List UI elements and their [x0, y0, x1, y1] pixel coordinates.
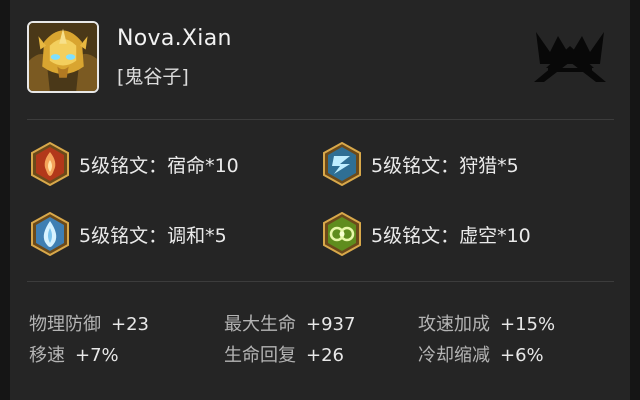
- rune-summary-panel: Nova.Xian [鬼谷子] 5级铭文：宿命*10 5级铭文：狩猎*5 5级铭…: [10, 0, 630, 400]
- stat-attack-speed: 攻速加成 +15%: [418, 310, 555, 336]
- crown-rank-emblem-icon: [534, 32, 606, 82]
- stat-value: +937: [306, 314, 356, 335]
- rune-label: 5级铭文：虚空*10: [371, 224, 531, 247]
- stat-health-regen: 生命回复 +26: [224, 341, 344, 367]
- stat-label: 物理防御: [29, 314, 101, 335]
- rune-label: 5级铭文：宿命*10: [79, 154, 239, 177]
- player-name: Nova.Xian: [117, 26, 232, 51]
- stat-label: 攻速加成: [418, 314, 490, 335]
- stat-label: 冷却缩减: [418, 345, 490, 366]
- stat-move-speed: 移速 +7%: [29, 341, 119, 367]
- divider-bottom: [27, 281, 614, 282]
- rune-label: 5级铭文：调和*5: [79, 224, 227, 247]
- rune-item-void[interactable]: 5级铭文：虚空*10: [320, 212, 531, 256]
- hero-avatar[interactable]: [27, 21, 99, 93]
- stat-cooldown-reduction: 冷却缩减 +6%: [418, 341, 544, 367]
- stat-label: 最大生命: [224, 314, 296, 335]
- stat-label: 生命回复: [224, 345, 296, 366]
- rune-item-harmony[interactable]: 5级铭文：调和*5: [28, 212, 227, 256]
- red-flame-rune-icon: [28, 142, 72, 186]
- rune-item-fate[interactable]: 5级铭文：宿命*10: [28, 142, 239, 186]
- blue-lightning-rune-icon: [320, 142, 364, 186]
- stat-value: +6%: [500, 345, 544, 366]
- stat-value: +23: [111, 314, 149, 335]
- green-swirl-rune-icon: [320, 212, 364, 256]
- rune-label: 5级铭文：狩猎*5: [371, 154, 519, 177]
- stat-value: +15%: [500, 314, 556, 335]
- stat-value: +7%: [75, 345, 119, 366]
- rune-item-hunt[interactable]: 5级铭文：狩猎*5: [320, 142, 519, 186]
- divider-top: [27, 119, 614, 120]
- stat-physical-defense: 物理防御 +23: [29, 310, 149, 336]
- stat-label: 移速: [29, 345, 65, 366]
- stat-value: +26: [306, 345, 344, 366]
- stat-max-health: 最大生命 +937: [224, 310, 355, 336]
- hero-portrait-icon: [29, 23, 97, 91]
- blue-droplet-rune-icon: [28, 212, 72, 256]
- hero-name: [鬼谷子]: [117, 66, 189, 88]
